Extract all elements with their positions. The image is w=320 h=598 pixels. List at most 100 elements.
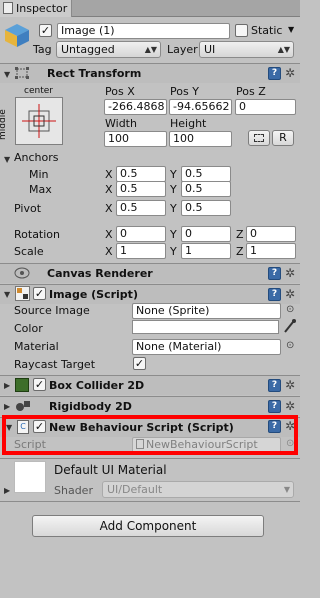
pos-z-field[interactable]: 0 (235, 99, 296, 115)
static-checkbox[interactable] (235, 24, 248, 37)
canvas-renderer-icon (14, 266, 30, 280)
height-field[interactable]: 100 (169, 131, 232, 147)
pos-y-field[interactable]: -94.65662 (169, 99, 232, 115)
divider (0, 458, 300, 459)
object-picker-icon[interactable]: ⊙ (286, 340, 294, 351)
image-enabled-checkbox[interactable]: ✓ (33, 287, 46, 300)
y-label: Y (170, 228, 177, 241)
anchors-foldout-icon[interactable]: ▼ (4, 155, 10, 164)
rect-transform-icon (14, 66, 30, 80)
canvas-renderer-title: Canvas Renderer (47, 267, 153, 280)
inspector-tab-label: Inspector (16, 2, 68, 15)
gear-icon[interactable]: ✲ (285, 267, 295, 279)
scale-label: Scale (14, 245, 44, 258)
tag-value: Untagged (61, 43, 115, 56)
gear-icon[interactable]: ✲ (285, 379, 295, 391)
gear-icon[interactable]: ✲ (285, 288, 295, 300)
help-icon[interactable]: ? (268, 400, 281, 413)
pos-z-header: Pos Z (236, 85, 266, 98)
y-label: Y (170, 168, 177, 181)
rect-transform-header[interactable] (0, 64, 300, 83)
anchor-preset-side-label: middle (0, 109, 8, 140)
material-label: Material (14, 340, 59, 353)
width-field[interactable]: 100 (104, 131, 167, 147)
anchor-max-y-field[interactable]: 0.5 (181, 181, 231, 197)
material-field[interactable]: None (Material) (132, 339, 281, 355)
layer-label: Layer (167, 43, 198, 56)
y-label: Y (170, 245, 177, 258)
add-component-button[interactable]: Add Component (32, 515, 264, 537)
static-dropdown-arrow-icon[interactable]: ▼ (288, 25, 294, 34)
raw-edit-button[interactable]: R (272, 130, 294, 146)
z-label: Z (236, 228, 244, 241)
help-icon[interactable]: ? (268, 288, 281, 301)
y-label: Y (170, 183, 177, 196)
chevron-down-icon: ▲▼ (144, 45, 157, 54)
min-label: Min (29, 168, 49, 181)
scale-y-field[interactable]: 1 (181, 243, 231, 259)
foldout-arrow-icon[interactable]: ▼ (4, 290, 10, 299)
anchor-min-y-field[interactable]: 0.5 (181, 166, 231, 182)
anchor-min-x-field[interactable]: 0.5 (116, 166, 166, 182)
help-icon[interactable]: ? (268, 267, 281, 280)
color-label: Color (14, 322, 43, 335)
foldout-arrow-icon[interactable]: ▶ (4, 402, 10, 411)
help-icon[interactable]: ? (268, 67, 281, 80)
x-label: X (105, 183, 113, 196)
image-script-title: Image (Script) (49, 288, 138, 301)
gear-icon[interactable]: ✲ (285, 67, 295, 79)
shader-dropdown: UI/Default ▼ (102, 481, 294, 498)
pivot-x-field[interactable]: 0.5 (116, 200, 166, 216)
eyedropper-icon[interactable] (283, 318, 297, 334)
x-label: X (105, 228, 113, 241)
blueprint-mode-button[interactable] (248, 130, 270, 146)
highlight-frame (2, 415, 298, 455)
shader-label: Shader (54, 484, 93, 497)
raycast-target-checkbox[interactable]: ✓ (133, 357, 146, 370)
source-image-field[interactable]: None (Sprite) (132, 303, 281, 319)
rotation-x-field[interactable]: 0 (116, 226, 166, 242)
active-checkbox[interactable]: ✓ (39, 24, 52, 37)
image-component-icon (15, 286, 30, 301)
scale-z-field[interactable]: 1 (246, 243, 296, 259)
foldout-arrow-icon[interactable]: ▶ (4, 486, 10, 495)
box-collider-icon (15, 378, 29, 392)
help-icon[interactable]: ? (268, 379, 281, 392)
gear-icon[interactable]: ✲ (285, 400, 295, 412)
max-label: Max (29, 183, 52, 196)
width-header: Width (105, 117, 137, 130)
name-field[interactable]: Image (1) (57, 23, 230, 39)
pivot-label: Pivot (14, 202, 42, 215)
raycast-target-label: Raycast Target (14, 358, 96, 371)
anchor-preset-top-label: center (24, 86, 53, 96)
pivot-y-field[interactable]: 0.5 (181, 200, 231, 216)
pos-y-header: Pos Y (170, 85, 199, 98)
material-title: Default UI Material (54, 463, 167, 477)
rotation-label: Rotation (14, 228, 61, 241)
inspector-tab[interactable]: Inspector (0, 0, 72, 17)
rect-transform-title: Rect Transform (47, 67, 142, 80)
rigidbody-header[interactable] (0, 397, 300, 416)
object-picker-icon[interactable]: ⊙ (286, 304, 294, 315)
anchor-preset-button[interactable] (15, 97, 63, 145)
foldout-arrow-icon[interactable]: ▶ (4, 381, 10, 390)
static-label: Static (251, 24, 283, 37)
layer-dropdown[interactable]: UI ▲▼ (199, 41, 294, 58)
shader-value: UI/Default (107, 483, 163, 496)
rotation-z-field[interactable]: 0 (246, 226, 296, 242)
box-collider-enabled-checkbox[interactable]: ✓ (33, 378, 46, 391)
gameobject-cube-icon (3, 22, 31, 48)
chevron-down-icon: ▲▼ (277, 45, 290, 54)
anchor-max-x-field[interactable]: 0.5 (116, 181, 166, 197)
y-label: Y (170, 202, 177, 215)
x-label: X (105, 245, 113, 258)
rotation-y-field[interactable]: 0 (181, 226, 231, 242)
foldout-arrow-icon[interactable]: ▼ (4, 70, 10, 79)
color-swatch[interactable] (132, 320, 279, 334)
inspector-tab-icon (3, 2, 13, 14)
pos-x-field[interactable]: -266.4868 (104, 99, 167, 115)
scale-x-field[interactable]: 1 (116, 243, 166, 259)
tag-dropdown[interactable]: Untagged ▲▼ (56, 41, 161, 58)
rigidbody-title: Rigidbody 2D (49, 400, 132, 413)
height-header: Height (170, 117, 207, 130)
